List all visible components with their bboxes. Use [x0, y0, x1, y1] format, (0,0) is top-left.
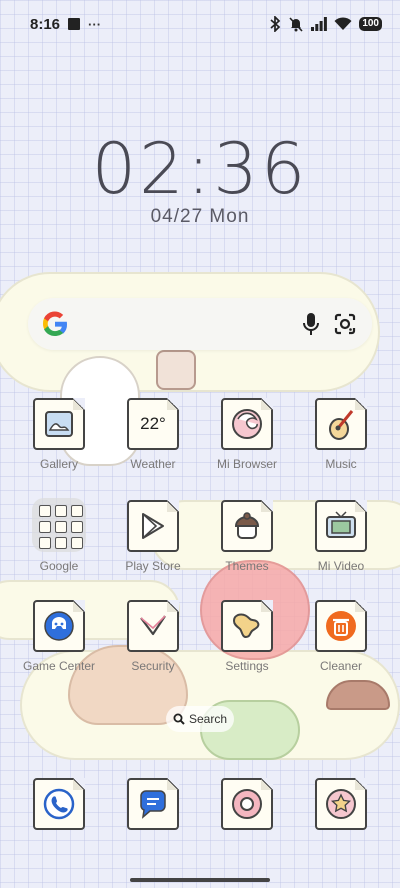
- game-icon: [33, 600, 85, 652]
- app-google-folder[interactable]: Google: [15, 498, 103, 590]
- security-icon: [127, 600, 179, 652]
- music-icon: [315, 398, 367, 450]
- app-label: Play Store: [125, 559, 181, 573]
- dock-phone[interactable]: [15, 778, 103, 870]
- messages-icon: [127, 778, 179, 830]
- notification-square-icon: [68, 18, 81, 30]
- chrome-icon: [221, 778, 273, 830]
- battery-badge: 100: [359, 17, 382, 31]
- browser-icon: [221, 398, 273, 450]
- settings-icon: [221, 600, 273, 652]
- status-bar: 8:16 ··· 100: [0, 0, 400, 48]
- gesture-bar[interactable]: [130, 878, 270, 882]
- app-label: Security: [131, 659, 175, 673]
- wallpaper-teapot: [156, 350, 196, 390]
- search-icon: [173, 713, 185, 725]
- app-label: Weather: [130, 457, 176, 471]
- app-label: Gallery: [39, 457, 78, 471]
- google-folder-icon: [32, 498, 86, 552]
- home-search-label: Search: [188, 712, 228, 726]
- clock-widget[interactable]: 02:36: [0, 128, 400, 210]
- app-music[interactable]: Music: [297, 398, 385, 490]
- app-label: Music: [325, 457, 357, 471]
- trash-icon: [315, 600, 367, 652]
- dock-messages[interactable]: [109, 778, 197, 870]
- voice-search-button[interactable]: [294, 307, 328, 341]
- google-search-widget[interactable]: G: [28, 298, 372, 350]
- app-label: Google: [39, 559, 79, 573]
- app-label: Mi Browser: [216, 457, 277, 471]
- home-search-button[interactable]: Search: [166, 706, 234, 732]
- app-gallery[interactable]: Gallery: [15, 398, 103, 490]
- gallery-icon: [33, 398, 85, 450]
- date-label[interactable]: 04/27 Mon: [0, 206, 400, 228]
- dock-chrome[interactable]: [203, 778, 291, 870]
- weather-temp: 22°: [140, 414, 166, 433]
- app-label: Themes: [225, 559, 269, 573]
- more-notifications-icon: ···: [88, 16, 102, 32]
- app-security[interactable]: Security: [109, 600, 197, 692]
- mute-icon: [289, 17, 303, 32]
- app-mi-video[interactable]: Mi Video: [297, 500, 385, 592]
- microphone-icon: [303, 313, 319, 335]
- bluetooth-icon: [270, 16, 281, 32]
- wifi-icon: [334, 17, 352, 30]
- google-g-icon: [42, 311, 68, 337]
- app-label: Cleaner: [319, 659, 363, 673]
- app-weather[interactable]: 22° Weather: [109, 398, 197, 490]
- dock-camera[interactable]: [297, 778, 385, 870]
- app-label: Settings: [225, 659, 269, 673]
- camera-icon: [315, 778, 367, 830]
- video-icon: [315, 500, 367, 552]
- phone-icon: [33, 778, 85, 830]
- google-lens-icon: [334, 313, 356, 335]
- lens-button[interactable]: [328, 307, 362, 341]
- app-themes[interactable]: Themes: [203, 500, 291, 592]
- signal-icon: [311, 17, 328, 31]
- app-cleaner[interactable]: Cleaner: [297, 600, 385, 692]
- status-time: 8:16: [30, 15, 61, 33]
- weather-icon: 22°: [127, 398, 179, 450]
- app-label: Game Center: [22, 659, 96, 673]
- themes-icon: [221, 500, 273, 552]
- app-label: Mi Video: [317, 559, 365, 573]
- play-store-icon: [127, 500, 179, 552]
- app-mi-browser[interactable]: Mi Browser: [203, 398, 291, 490]
- app-game-center[interactable]: Game Center: [15, 600, 103, 692]
- app-settings[interactable]: Settings: [203, 600, 291, 692]
- app-play-store[interactable]: Play Store: [109, 500, 197, 592]
